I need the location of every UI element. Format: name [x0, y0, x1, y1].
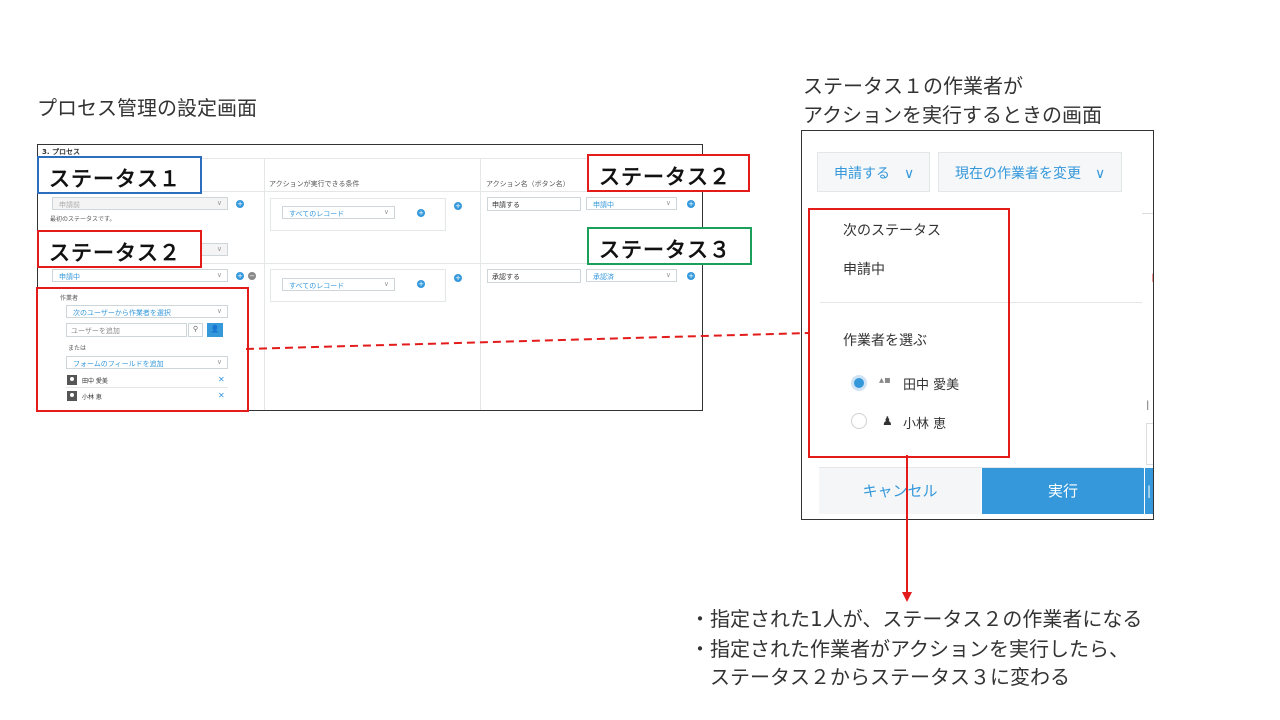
note-line1: ・指定された1人が、ステータス２の作業者になる [690, 607, 1143, 631]
note-line2: ・指定された作業者がアクションを実行したら、 [690, 637, 1129, 661]
note-line3: ステータス２からステータス３に変わる [710, 665, 1070, 689]
